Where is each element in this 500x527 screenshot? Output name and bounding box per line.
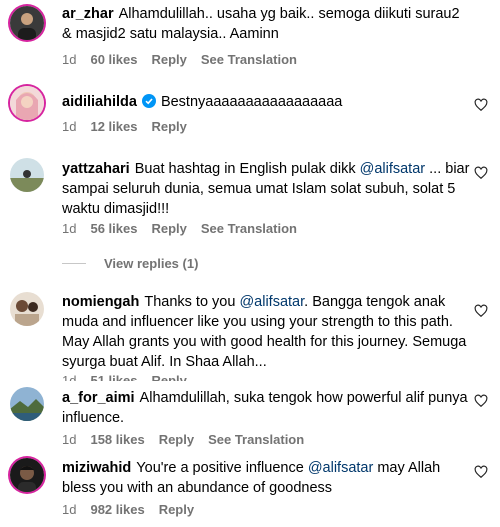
comment-meta: 1d 982 likes Reply: [62, 502, 208, 517]
reply-button[interactable]: Reply: [159, 502, 194, 517]
timestamp: 1d: [62, 52, 77, 67]
timestamp: 1d: [62, 373, 77, 381]
mention-link[interactable]: @alifsatar: [360, 161, 426, 177]
comment-text: yattzahari Buat hashtag in English pulak …: [62, 161, 470, 217]
comment-meta: 1d 158 likes Reply See Translation: [62, 432, 318, 447]
username[interactable]: aidiliahilda: [62, 94, 137, 110]
comment-text: ar_zhar Alhamdulillah.. usaha yg baik.. s…: [62, 6, 460, 42]
reply-button[interactable]: Reply: [151, 52, 186, 67]
reply-button[interactable]: Reply: [151, 221, 186, 236]
heart-outline-icon[interactable]: [474, 465, 488, 479]
reply-button[interactable]: Reply: [151, 373, 186, 381]
username[interactable]: nomiengah: [62, 294, 139, 310]
reply-button[interactable]: Reply: [159, 432, 194, 447]
avatar[interactable]: [10, 292, 44, 326]
comment-text: miziwahid You're a positive influence @al…: [62, 460, 441, 496]
comment-meta: 1d 51 likes Reply: [62, 373, 201, 381]
see-translation-button[interactable]: See Translation: [201, 221, 297, 236]
username[interactable]: ar_zhar: [62, 6, 114, 22]
likes-count[interactable]: 56 likes: [90, 221, 137, 236]
avatar[interactable]: [10, 458, 44, 492]
timestamp: 1d: [62, 432, 77, 447]
avatar[interactable]: [10, 387, 44, 421]
see-translation-button[interactable]: See Translation: [201, 52, 297, 67]
comment-meta: 1d 60 likes Reply See Translation: [62, 52, 311, 67]
username[interactable]: yattzahari: [62, 161, 130, 177]
username[interactable]: a_for_aimi: [62, 390, 135, 406]
likes-count[interactable]: 60 likes: [90, 52, 137, 67]
mention-link[interactable]: @alifsatar: [308, 460, 374, 476]
view-replies-button[interactable]: View replies (1): [62, 256, 198, 271]
timestamp: 1d: [62, 119, 77, 134]
avatar[interactable]: [10, 86, 44, 120]
likes-count[interactable]: 982 likes: [90, 502, 144, 517]
heart-outline-icon[interactable]: [474, 394, 488, 408]
reply-button[interactable]: Reply: [151, 119, 186, 134]
likes-count[interactable]: 51 likes: [90, 373, 137, 381]
verified-badge-icon: [141, 94, 156, 108]
comment-text: nomiengah Thanks to you @alifsatar. Bangg…: [62, 294, 467, 370]
replies-divider: [62, 263, 86, 264]
heart-outline-icon[interactable]: [474, 304, 488, 318]
comment-meta: 1d 12 likes Reply: [62, 119, 201, 134]
comment-meta: 1d 56 likes Reply See Translation: [62, 221, 311, 236]
comment-text: a_for_aimi Alhamdulillah, suka tengok how…: [62, 390, 468, 426]
mention-link[interactable]: @alifsatar: [239, 294, 304, 310]
heart-outline-icon[interactable]: [474, 166, 488, 180]
heart-outline-icon[interactable]: [474, 98, 488, 112]
likes-count[interactable]: 158 likes: [90, 432, 144, 447]
timestamp: 1d: [62, 221, 77, 236]
username[interactable]: miziwahid: [62, 460, 131, 476]
avatar[interactable]: [10, 158, 44, 192]
avatar[interactable]: [10, 6, 44, 40]
comment-text: aidiliahilda Bestnyaaaaaaaaaaaaaaaaa: [62, 94, 343, 110]
timestamp: 1d: [62, 502, 77, 517]
see-translation-button[interactable]: See Translation: [208, 432, 304, 447]
likes-count[interactable]: 12 likes: [90, 119, 137, 134]
